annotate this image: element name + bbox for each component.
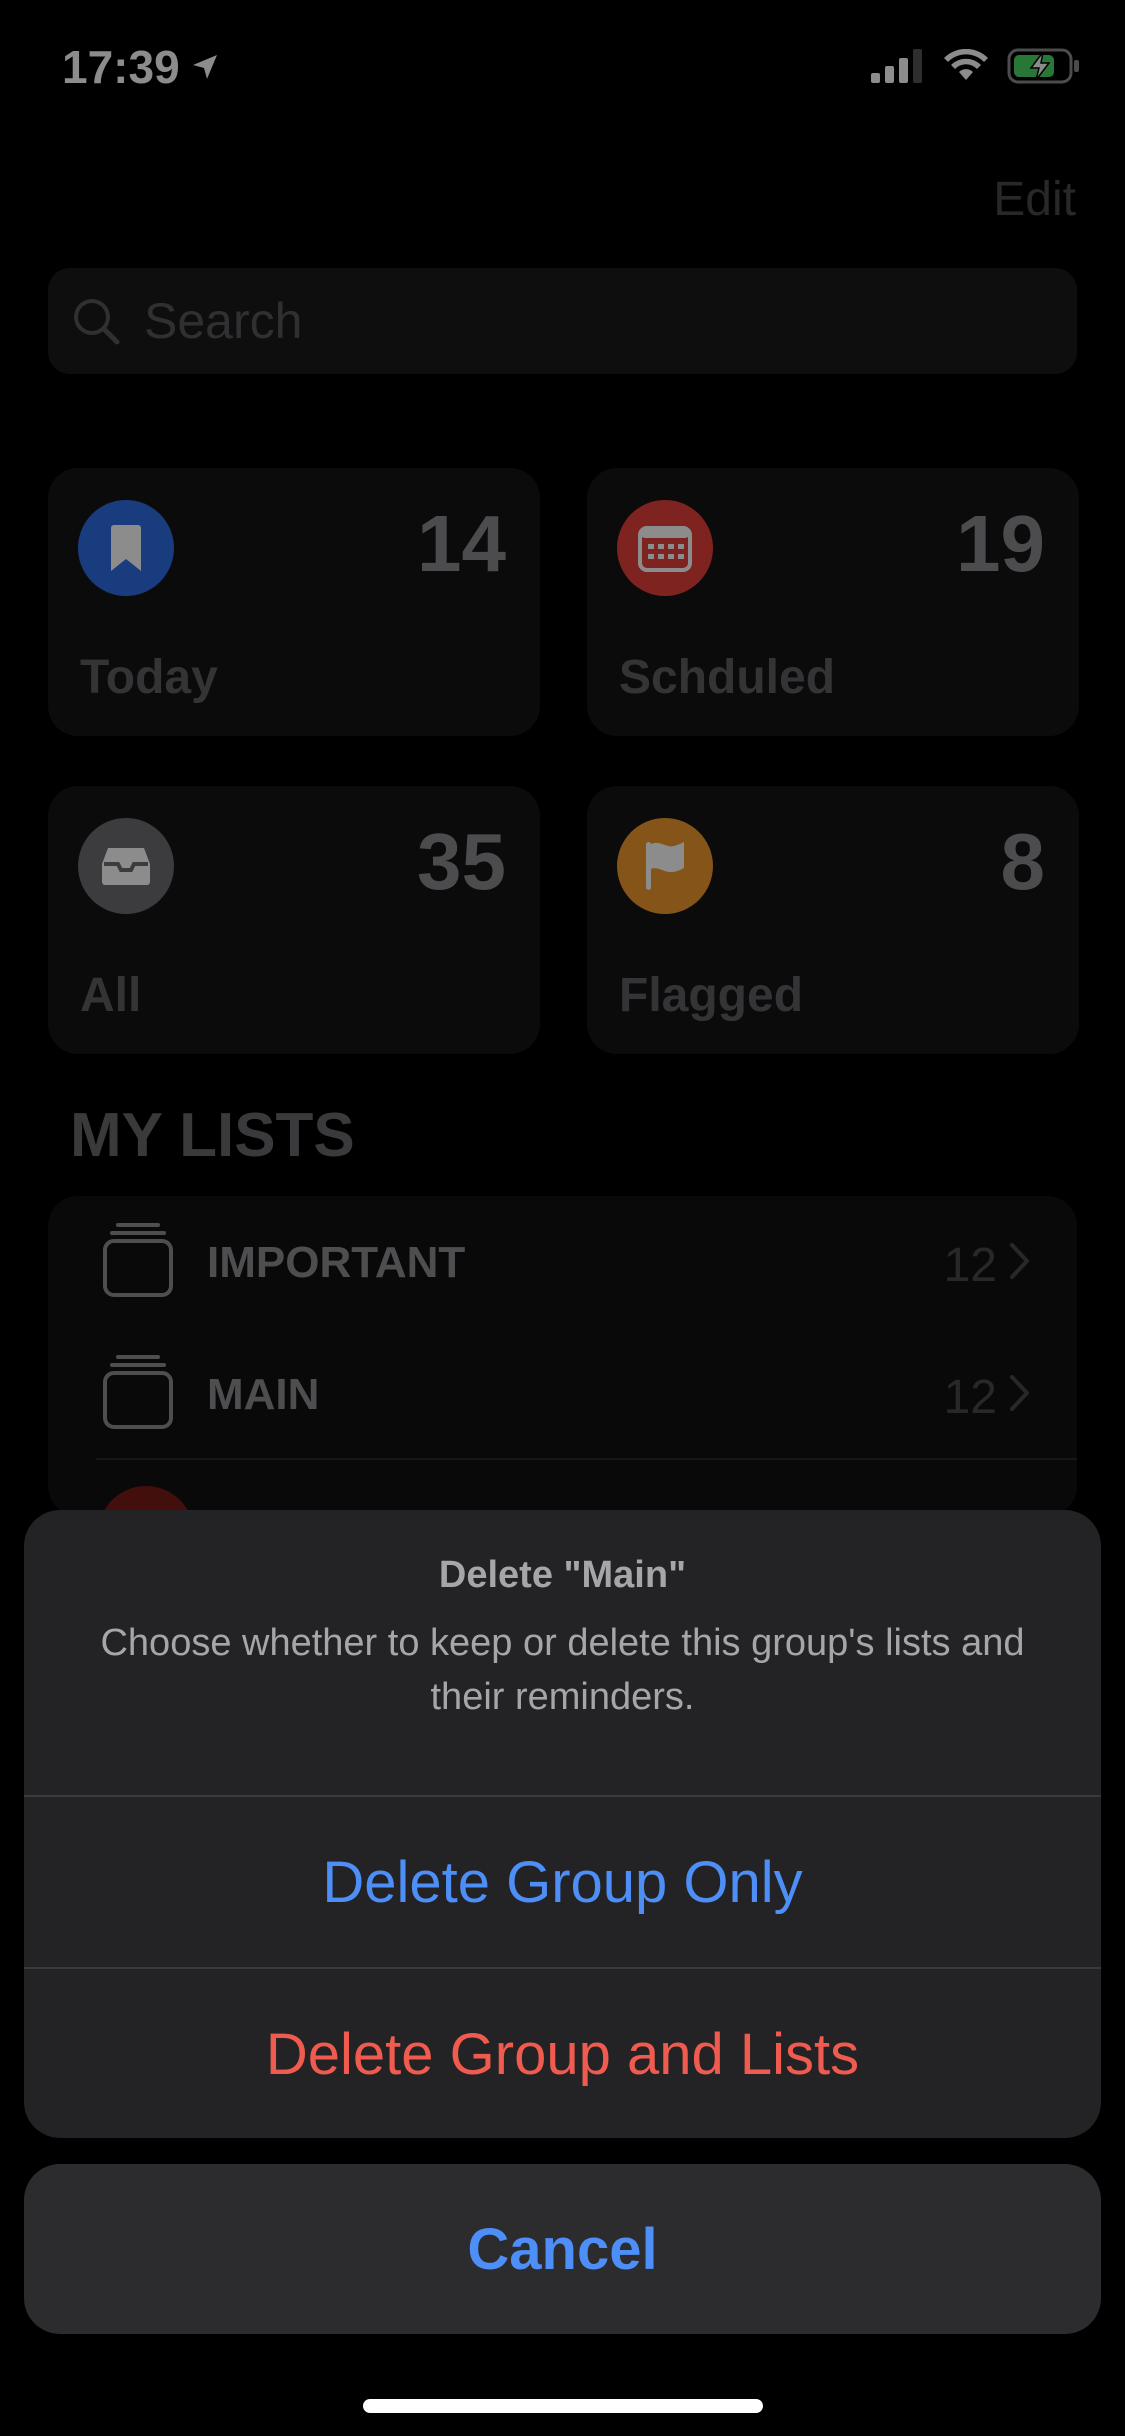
delete-group-only-button[interactable]: Delete Group Only	[24, 1797, 1101, 1967]
action-sheet-message: Choose whether to keep or delete this gr…	[100, 1622, 1025, 1718]
action-sheet-title: Delete "Main"	[438, 1554, 687, 1596]
home-indicator[interactable]	[363, 2399, 763, 2413]
cancel-button[interactable]: Cancel	[24, 2164, 1101, 2334]
action-sheet: Delete "Main" Choose whether to keep or …	[24, 1510, 1101, 2138]
action-sheet-header: Delete "Main" Choose whether to keep or …	[24, 1510, 1101, 1795]
delete-group-and-lists-button[interactable]: Delete Group and Lists	[24, 1969, 1101, 2138]
